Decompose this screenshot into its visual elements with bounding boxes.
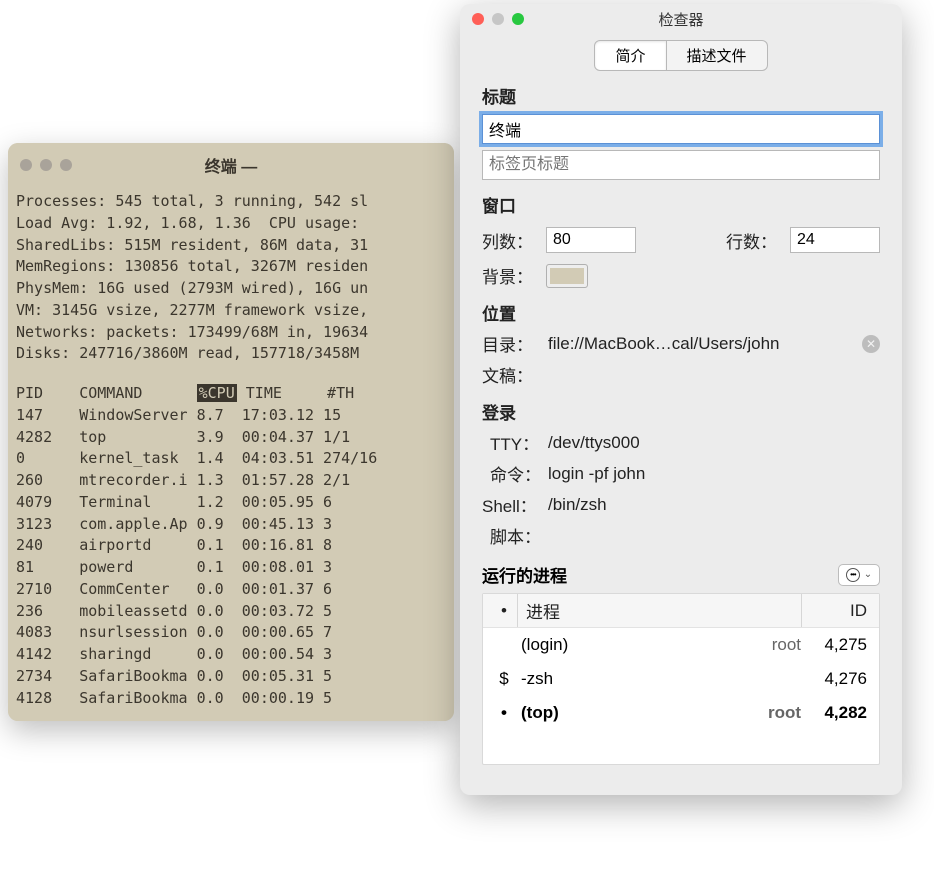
- terminal-titlebar[interactable]: 终端 —: [8, 143, 454, 187]
- process-user: root: [741, 635, 801, 655]
- process-row[interactable]: (login)root4,275: [483, 628, 879, 662]
- section-title: 标题: [460, 71, 902, 180]
- inspector-tabs: 简介 描述文件: [460, 40, 902, 71]
- section-location: 位置 目录： file://MacBook…cal/Users/john ✕ 文…: [460, 288, 902, 387]
- process-col-id[interactable]: ID: [801, 594, 871, 627]
- columns-label: 列数：: [482, 228, 536, 253]
- process-row[interactable]: •(top)root4,282: [483, 696, 879, 730]
- shell-value: /bin/zsh: [548, 495, 880, 515]
- terminal-process-row: 4128 SafariBookma 0.0 00:00.19 5: [16, 688, 446, 710]
- terminal-process-row: 240 airportd 0.1 00:16.81 8: [16, 535, 446, 557]
- process-table-blank-row: [483, 730, 879, 764]
- tab-title-input[interactable]: [482, 150, 880, 180]
- process-actions-menu[interactable]: ••• ⌄: [838, 564, 880, 586]
- section-processes-header: 运行的进程 ••• ⌄: [460, 548, 902, 593]
- terminal-process-row: 4282 top 3.9 00:04.37 1/1: [16, 427, 446, 449]
- process-col-glyph: •: [491, 601, 517, 621]
- window-title-input[interactable]: [482, 114, 880, 144]
- terminal-process-row: 0 kernel_task 1.4 04:03.51 274/16: [16, 448, 446, 470]
- chevron-down-icon: ⌄: [864, 569, 872, 580]
- process-glyph: $: [491, 669, 517, 689]
- command-label: 命令：: [482, 461, 548, 486]
- columns-input[interactable]: [546, 227, 636, 253]
- terminal-process-row: 4079 Terminal 1.2 00:05.95 6: [16, 492, 446, 514]
- section-login-label: 登录: [482, 399, 880, 424]
- inspector-title: 检查器: [460, 9, 902, 30]
- tab-profile[interactable]: 简介: [594, 40, 666, 71]
- script-label: 脚本：: [482, 523, 548, 548]
- terminal-window: 终端 — Processes: 545 total, 3 running, 54…: [8, 143, 454, 721]
- process-name: -zsh: [517, 669, 741, 689]
- section-location-label: 位置: [482, 300, 880, 325]
- terminal-process-row: 4142 sharingd 0.0 00:00.54 3: [16, 644, 446, 666]
- terminal-process-row: 81 powerd 0.1 00:08.01 3: [16, 557, 446, 579]
- rows-input[interactable]: [790, 227, 880, 253]
- process-table-header[interactable]: • 进程 ID: [483, 594, 879, 628]
- tty-value: /dev/ttys000: [548, 433, 880, 453]
- shell-label: Shell：: [482, 492, 548, 517]
- process-row[interactable]: $-zsh 4,276: [483, 662, 879, 696]
- terminal-body[interactable]: Processes: 545 total, 3 running, 542 sl …: [8, 187, 454, 721]
- section-window: 窗口 列数： 行数： 背景：: [460, 180, 902, 288]
- tty-label: TTY：: [482, 430, 548, 455]
- background-label: 背景：: [482, 263, 536, 288]
- command-value: login -pf john: [548, 464, 880, 484]
- document-label: 文稿：: [482, 362, 548, 387]
- background-color-well[interactable]: [546, 264, 588, 288]
- section-window-label: 窗口: [482, 192, 880, 217]
- terminal-process-row: 4083 nsurlsession 0.0 00:00.65 7: [16, 622, 446, 644]
- terminal-process-row: 2710 CommCenter 0.0 00:01.37 6: [16, 579, 446, 601]
- process-table: • 进程 ID (login)root4,275$-zsh4,276•(top)…: [482, 593, 880, 765]
- ellipsis-icon: •••: [846, 568, 860, 582]
- process-name: (login): [517, 635, 741, 655]
- clear-directory-icon[interactable]: ✕: [862, 335, 880, 353]
- section-title-label: 标题: [482, 83, 880, 108]
- process-id: 4,282: [801, 703, 871, 723]
- tab-describe-file[interactable]: 描述文件: [667, 40, 768, 71]
- process-col-name[interactable]: 进程: [517, 594, 741, 627]
- process-id: 4,276: [801, 669, 871, 689]
- terminal-title: 终端 —: [8, 153, 454, 177]
- terminal-process-row: 3123 com.apple.Ap 0.9 00:45.13 3: [16, 514, 446, 536]
- process-user: root: [741, 703, 801, 723]
- section-login: 登录 TTY：/dev/ttys000 命令：login -pf john Sh…: [460, 387, 902, 548]
- rows-label: 行数：: [726, 228, 780, 253]
- terminal-process-row: 260 mtrecorder.i 1.3 01:57.28 2/1: [16, 470, 446, 492]
- terminal-process-row: 236 mobileassetd 0.0 00:03.72 5: [16, 601, 446, 623]
- section-processes-label: 运行的进程: [482, 562, 567, 587]
- process-id: 4,275: [801, 635, 871, 655]
- process-glyph: •: [491, 703, 517, 723]
- terminal-process-row: 147 WindowServer 8.7 17:03.12 15: [16, 405, 446, 427]
- process-name: (top): [517, 703, 741, 723]
- directory-label: 目录：: [482, 331, 548, 356]
- directory-value: file://MacBook…cal/Users/john: [548, 334, 862, 354]
- inspector-titlebar[interactable]: 检查器: [460, 4, 902, 34]
- terminal-process-row: 2734 SafariBookma 0.0 00:05.31 5: [16, 666, 446, 688]
- inspector-window: 检查器 简介 描述文件 标题 窗口 列数： 行数： 背景： 位置 目录： fil…: [460, 4, 902, 795]
